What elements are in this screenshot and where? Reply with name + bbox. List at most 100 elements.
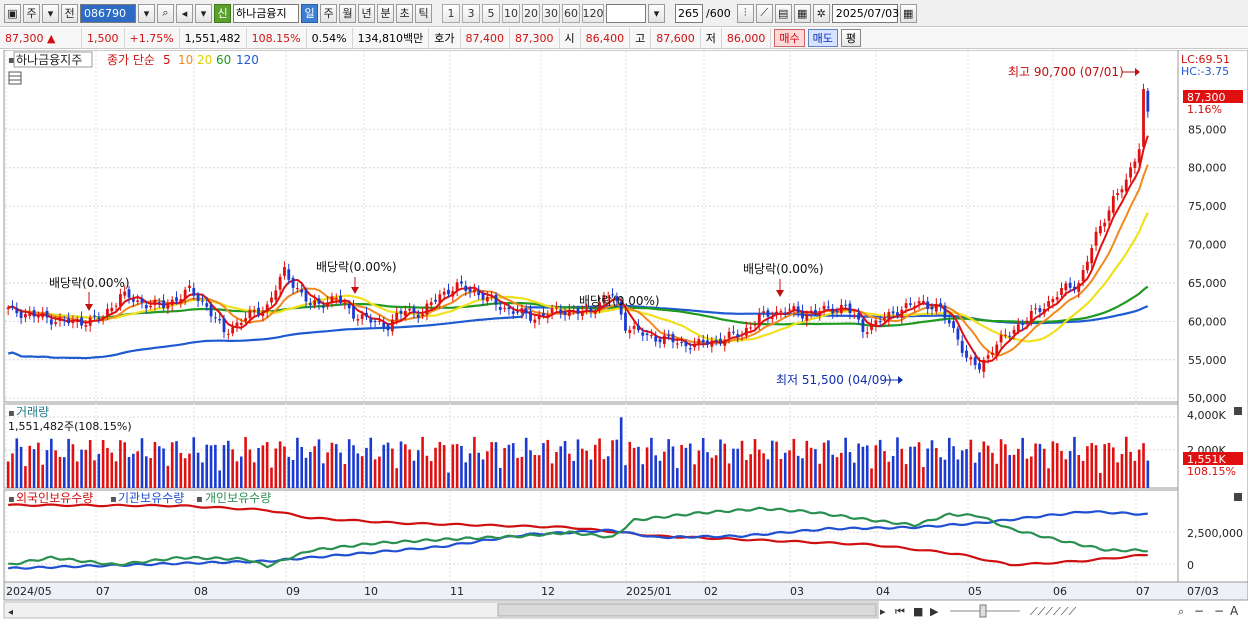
period-week[interactable]: 주 — [320, 3, 337, 23]
scroll-right-icon[interactable]: ▸ — [880, 605, 886, 618]
drawing-tools-icon[interactable]: ⟋⟋⟋⟋⟋⟋ — [1030, 605, 1076, 618]
holdings-panel-close-icon[interactable] — [1234, 493, 1242, 501]
custom-period-dropdown-icon[interactable]: ▾ — [648, 3, 665, 23]
candle-body — [736, 334, 740, 338]
volume-bar — [1042, 448, 1046, 488]
minimize-icon[interactable]: − — [1214, 604, 1224, 618]
candle-body — [162, 300, 165, 309]
volume-bar — [533, 454, 537, 488]
rewind-icon[interactable]: ⏮ — [895, 605, 905, 618]
minute-10[interactable]: 10 — [502, 3, 520, 23]
zoom-slider[interactable] — [979, 604, 987, 618]
stop-icon[interactable]: ■ — [913, 605, 923, 618]
eval-button[interactable]: 평 — [840, 29, 862, 47]
code-dropdown-icon[interactable]: ▾ — [138, 3, 155, 23]
period-second[interactable]: 초 — [396, 3, 413, 23]
zoom-in-icon[interactable]: ⌕ — [1178, 605, 1184, 618]
save-icon[interactable]: ▦ — [793, 3, 811, 23]
market-select[interactable]: 주 — [23, 3, 40, 23]
window-icon[interactable]: ▣ — [4, 3, 21, 23]
sound-dropdown-icon[interactable]: ▾ — [195, 3, 212, 23]
custom-period-input[interactable] — [606, 3, 646, 23]
candle-body — [153, 299, 157, 306]
candle-body — [555, 307, 558, 309]
candle-body — [593, 311, 597, 314]
prev-button[interactable]: 전 — [61, 3, 78, 23]
candle-body — [209, 304, 213, 317]
minute-60[interactable]: 60 — [562, 3, 580, 23]
minute-20[interactable]: 20 — [522, 3, 540, 23]
volume-bar — [835, 457, 839, 488]
ma120-label[interactable]: 120 — [236, 53, 259, 67]
minute-5[interactable]: 5 — [482, 3, 500, 23]
sound-icon[interactable]: ◂ — [176, 3, 193, 23]
candle-body — [973, 357, 977, 366]
font-size-icon[interactable]: A — [1230, 604, 1239, 618]
candle-body — [481, 292, 485, 300]
volume-bar — [1124, 436, 1128, 488]
scroll-left-icon[interactable]: ◂ — [8, 607, 13, 618]
period-minute[interactable]: 분 — [377, 3, 394, 23]
volume-bar — [45, 450, 49, 488]
sell-button[interactable]: 매도 — [807, 29, 838, 47]
volume-bar — [490, 442, 493, 488]
candle-body — [960, 340, 964, 353]
volume-bar — [170, 442, 174, 488]
volume-bar — [291, 460, 295, 488]
candle-type-icon[interactable]: ⫶ — [736, 3, 754, 23]
volume-bar — [101, 439, 105, 488]
chart-area[interactable]: ▪ 하나금융지주 종가 단순 5 10 20 60 120 LC:69.51 H… — [0, 50, 1248, 621]
period-day[interactable]: 일 — [301, 3, 318, 23]
volume-bar — [1017, 448, 1020, 488]
draw-tool-icon[interactable]: ⟋ — [755, 3, 773, 23]
candle-body — [54, 322, 58, 325]
stock-code-input[interactable]: 086790 — [80, 3, 136, 23]
gear-icon[interactable]: ✲ — [812, 3, 830, 23]
volume-bar — [365, 447, 368, 488]
print-icon[interactable]: ▤ — [774, 3, 792, 23]
candle-body — [403, 310, 407, 316]
minute-1[interactable]: 1 — [442, 3, 460, 23]
calendar-icon[interactable]: ▦ — [899, 3, 917, 23]
period-month[interactable]: 월 — [339, 3, 356, 23]
volume-bar — [749, 454, 752, 488]
period-tick[interactable]: 틱 — [415, 3, 432, 23]
volume-bar — [408, 449, 411, 488]
count-input[interactable]: 265 — [675, 3, 703, 23]
buy-button[interactable]: 매수 — [774, 29, 805, 47]
volume-bar — [658, 460, 662, 488]
ma20-label[interactable]: 20 — [197, 53, 212, 67]
ma10-label[interactable]: 10 — [178, 53, 193, 67]
date-input[interactable]: 2025/07/03 — [831, 3, 899, 23]
volume-bar — [973, 462, 977, 488]
volume-bar — [637, 446, 640, 488]
volume-bar — [93, 460, 96, 488]
volume-bar — [745, 459, 748, 488]
minute-120[interactable]: 120 — [582, 3, 604, 23]
play-icon[interactable]: ▶ — [930, 605, 939, 618]
candle-body — [339, 295, 342, 303]
volume-bar — [1086, 446, 1089, 488]
volume-bar — [19, 446, 23, 488]
volume-bar — [1090, 443, 1094, 488]
volume-bar — [796, 455, 800, 488]
candle-body — [822, 305, 826, 310]
volume-panel-close-icon[interactable] — [1234, 407, 1242, 415]
zoom-out-icon[interactable]: − — [1194, 604, 1204, 618]
period-year[interactable]: 년 — [358, 3, 375, 23]
minute-3[interactable]: 3 — [462, 3, 480, 23]
price-panel-title: 하나금융지주 — [16, 53, 82, 67]
quote-ask: 87,400 — [461, 27, 511, 49]
candle-body — [386, 325, 390, 331]
table-toggle-icon[interactable] — [8, 71, 22, 85]
ma5-label[interactable]: 5 — [163, 53, 171, 67]
minute-30[interactable]: 30 — [542, 3, 560, 23]
x-axis-label: 06 — [1053, 585, 1067, 598]
market-dropdown-icon[interactable]: ▾ — [42, 3, 59, 23]
candle-body — [667, 335, 671, 337]
candle-body — [982, 359, 986, 372]
ma60-label[interactable]: 60 — [216, 53, 231, 67]
volume-bar — [606, 456, 610, 488]
search-icon[interactable]: ⌕ — [157, 3, 174, 23]
scrollbar-thumb[interactable] — [497, 603, 877, 617]
